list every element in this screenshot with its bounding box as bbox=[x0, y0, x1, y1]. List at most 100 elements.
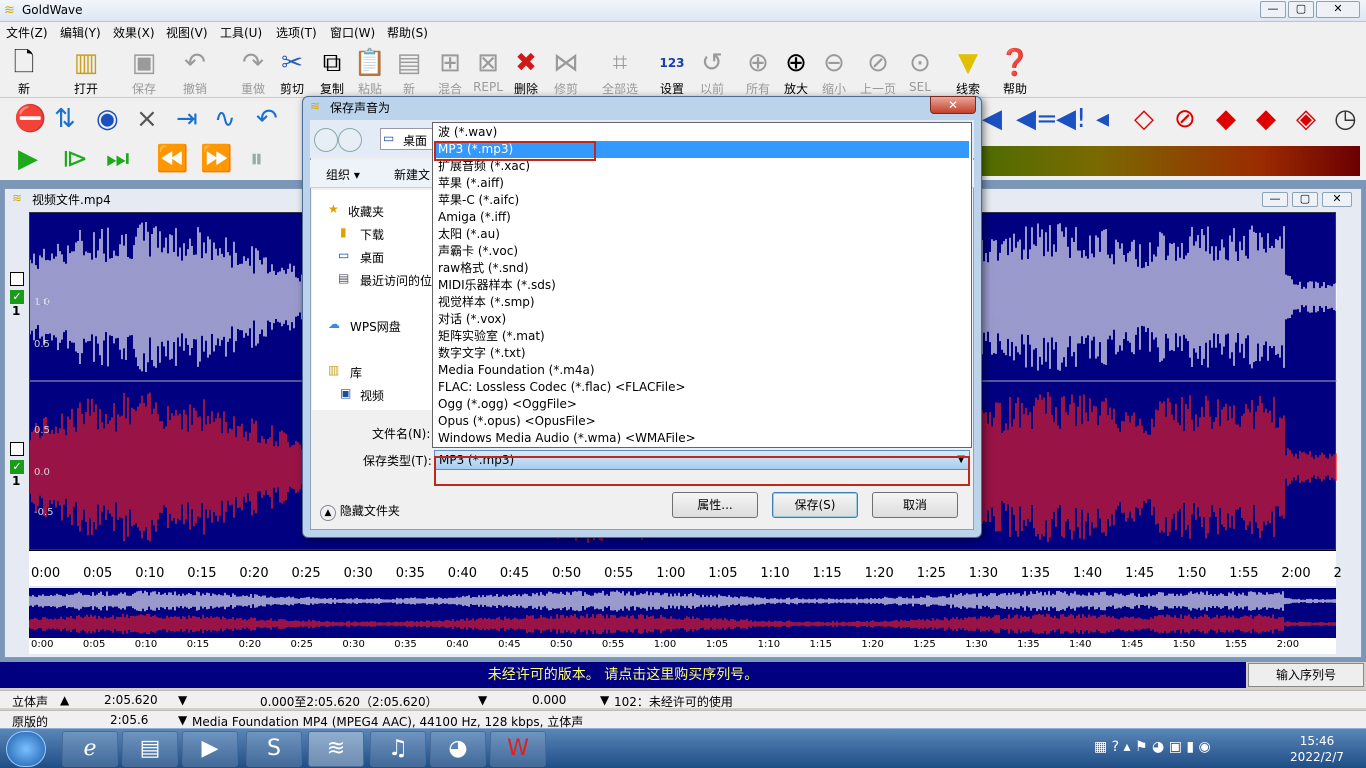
qq-icon[interactable]: ◕ bbox=[430, 731, 486, 767]
filetype-option[interactable]: 矩阵实验室 (*.mat) bbox=[435, 328, 969, 345]
right-channel-check-icon[interactable]: ✓ bbox=[10, 460, 24, 474]
redo-button[interactable]: ↷ 重做 bbox=[231, 46, 275, 98]
filetype-option[interactable]: Amiga (*.iff) bbox=[435, 209, 969, 226]
menu-view[interactable]: 视图(V) bbox=[166, 24, 208, 41]
filetype-option[interactable]: 太阳 (*.au) bbox=[435, 226, 969, 243]
cue-button[interactable]: ▼ 线索 bbox=[946, 46, 990, 98]
menu-edit[interactable]: 编辑(Y) bbox=[60, 24, 101, 41]
filetype-option[interactable]: 视觉样本 (*.smp) bbox=[435, 294, 969, 311]
save-dialog-button[interactable]: 保存(S) bbox=[772, 492, 858, 518]
zoom-selection-button[interactable]: ⊙ SEL bbox=[898, 46, 942, 98]
doc-close-button[interactable]: ✕ bbox=[1322, 192, 1352, 207]
wps-icon[interactable]: W bbox=[490, 731, 546, 767]
filetype-option[interactable]: Ogg (*.ogg) <OggFile> bbox=[435, 396, 969, 413]
nav-recent[interactable]: 最近访问的位 bbox=[360, 272, 432, 289]
cancel-button[interactable]: 取消 bbox=[872, 492, 958, 518]
filetype-option[interactable]: 波 (*.wav) bbox=[435, 124, 969, 141]
filetype-option[interactable]: Media Foundation (*.m4a) bbox=[435, 362, 969, 379]
length-dropdown-icon[interactable]: ▼ bbox=[178, 693, 187, 707]
stop-effect-icon[interactable]: ⛔ bbox=[14, 104, 46, 134]
enter-serial-button[interactable]: 输入序列号 bbox=[1248, 663, 1364, 687]
address-bar[interactable]: ▭ 桌面 bbox=[380, 128, 436, 150]
filter-icon[interactable]: ⨯ bbox=[136, 104, 158, 134]
swap-icon[interactable]: ◆ bbox=[1256, 104, 1276, 134]
fast-forward-icon[interactable]: ⏩ bbox=[200, 144, 232, 174]
pause-icon[interactable]: ⏸ bbox=[250, 144, 263, 174]
ie-browser-icon[interactable]: ℯ bbox=[62, 731, 118, 767]
channel-icon[interactable]: ◀! bbox=[1056, 104, 1086, 134]
play-to-end-icon[interactable]: ⏭ bbox=[106, 144, 129, 174]
open-button[interactable]: ▥ 打开 bbox=[64, 46, 108, 98]
offset-icon[interactable]: ⇥ bbox=[176, 104, 198, 134]
maximize-button[interactable]: ▢ bbox=[1288, 1, 1314, 18]
timeline-ruler[interactable]: 0:00 0:05 0:10 0:15 0:20 0:25 0:30 0:35 0:40 0:45… bbox=[29, 550, 1342, 586]
menu-options[interactable]: 选项(T) bbox=[276, 24, 317, 41]
doc-maximize-button[interactable]: ▢ bbox=[1292, 192, 1318, 207]
filetype-option[interactable]: Opus (*.opus) <OpusFile> bbox=[435, 413, 969, 430]
change-volume-icon[interactable]: ⇅ bbox=[54, 104, 76, 134]
new-button[interactable]: 🗋 新 bbox=[2, 46, 46, 98]
filetype-option[interactable]: MIDI乐器样本 (*.sds) bbox=[435, 277, 969, 294]
zoom-previous-button[interactable]: ⊘ 上一页 bbox=[856, 46, 900, 98]
trim-button[interactable]: ⋈ 修剪 bbox=[544, 46, 588, 98]
filetype-option[interactable]: Windows Media Audio (*.wma) <WMAFile> bbox=[435, 430, 969, 447]
left-channel-toggle[interactable] bbox=[10, 272, 24, 286]
channel-mode[interactable]: 立体声 bbox=[12, 693, 48, 710]
delete-button[interactable]: ✖ 删除 bbox=[504, 46, 548, 98]
menu-help[interactable]: 帮助(S) bbox=[387, 24, 428, 41]
left-channel-check-icon[interactable]: ✓ bbox=[10, 290, 24, 304]
original-dropdown-icon[interactable]: ▼ bbox=[178, 713, 187, 727]
tray-icons[interactable]: ▦ ? ▴ ⚑ ◕ ▣ ▮ ◉ bbox=[1094, 739, 1211, 755]
nav-downloads[interactable]: 下载 bbox=[360, 226, 384, 243]
filetype-option[interactable]: 声霸卡 (*.voc) bbox=[435, 243, 969, 260]
channel-mode-arrow-icon[interactable]: ▲ bbox=[60, 693, 69, 707]
position-dropdown-icon[interactable]: ▼ bbox=[600, 693, 609, 707]
clock-icon[interactable]: ◷ bbox=[1334, 104, 1357, 134]
minimize-button[interactable]: — bbox=[1260, 1, 1286, 18]
back-button[interactable] bbox=[314, 128, 338, 152]
paste-new-button[interactable]: ▤ 新 bbox=[387, 46, 431, 98]
doc-minimize-button[interactable]: — bbox=[1262, 192, 1288, 207]
filetype-option[interactable]: 对话 (*.vox) bbox=[435, 311, 969, 328]
menu-effects[interactable]: 效果(X) bbox=[113, 24, 155, 41]
balance-icon[interactable]: ◀= bbox=[1016, 104, 1058, 134]
fade-icon[interactable]: ◀ bbox=[982, 104, 1002, 134]
mute-icon[interactable]: ⊘ bbox=[1174, 104, 1196, 134]
help-button[interactable]: ❓ 帮助 bbox=[993, 46, 1037, 98]
zoom-out-button[interactable]: ⊖ 缩小 bbox=[812, 46, 856, 98]
invert-icon[interactable]: ◇ bbox=[1134, 104, 1154, 134]
organize-button[interactable]: 组织 ▾ bbox=[326, 166, 360, 183]
goldwave-task-icon[interactable]: ≋ bbox=[308, 731, 364, 767]
wave-effect-icon[interactable]: ∿ bbox=[214, 104, 236, 134]
nav-favorites[interactable]: 收藏夹 bbox=[348, 203, 384, 220]
clock[interactable]: 15:46 2022/2/7 bbox=[1290, 733, 1344, 765]
filetype-option[interactable]: 苹果 (*.aiff) bbox=[435, 175, 969, 192]
filetype-option[interactable]: 苹果-C (*.aifc) bbox=[435, 192, 969, 209]
right-channel-toggle[interactable] bbox=[10, 442, 24, 456]
start-button[interactable] bbox=[6, 731, 46, 767]
reverse-icon[interactable]: ◆ bbox=[1216, 104, 1236, 134]
unlicensed-banner[interactable]: 未经许可的版本。 请点击这里购买序列号。 bbox=[0, 662, 1246, 688]
close-button[interactable]: ✕ bbox=[1316, 1, 1360, 18]
play-icon[interactable]: ▶ bbox=[18, 144, 38, 174]
forward-button[interactable] bbox=[338, 128, 362, 152]
media-player-icon[interactable]: ▶ bbox=[182, 731, 238, 767]
properties-button[interactable]: 属性... bbox=[672, 492, 758, 518]
set-button[interactable]: 123 设置 bbox=[650, 46, 694, 98]
pan-icon[interactable]: ◂ bbox=[1096, 104, 1109, 134]
nav-wps[interactable]: WPS网盘 bbox=[350, 318, 401, 335]
menu-window[interactable]: 窗口(W) bbox=[330, 24, 375, 41]
nav-desktop[interactable]: 桌面 bbox=[360, 249, 384, 266]
menu-tools[interactable]: 工具(U) bbox=[220, 24, 262, 41]
rewind-icon[interactable]: ⏪ bbox=[156, 144, 188, 174]
file-explorer-icon[interactable]: ▤ bbox=[122, 731, 178, 767]
overview-display[interactable] bbox=[28, 588, 1336, 638]
hide-folders-toggle[interactable]: ▲ 隐藏文件夹 bbox=[320, 502, 400, 521]
qq-music-icon[interactable]: ♫ bbox=[370, 731, 426, 767]
cut-button[interactable]: ✂ 剪切 bbox=[270, 46, 314, 98]
undo-button[interactable]: ↶ 撤销 bbox=[173, 46, 217, 98]
sogou-icon[interactable]: S bbox=[246, 731, 302, 767]
nav-library[interactable]: 库 bbox=[350, 364, 362, 381]
nav-video[interactable]: 视频 bbox=[360, 387, 384, 404]
filetype-option[interactable]: 数字文字 (*.txt) bbox=[435, 345, 969, 362]
